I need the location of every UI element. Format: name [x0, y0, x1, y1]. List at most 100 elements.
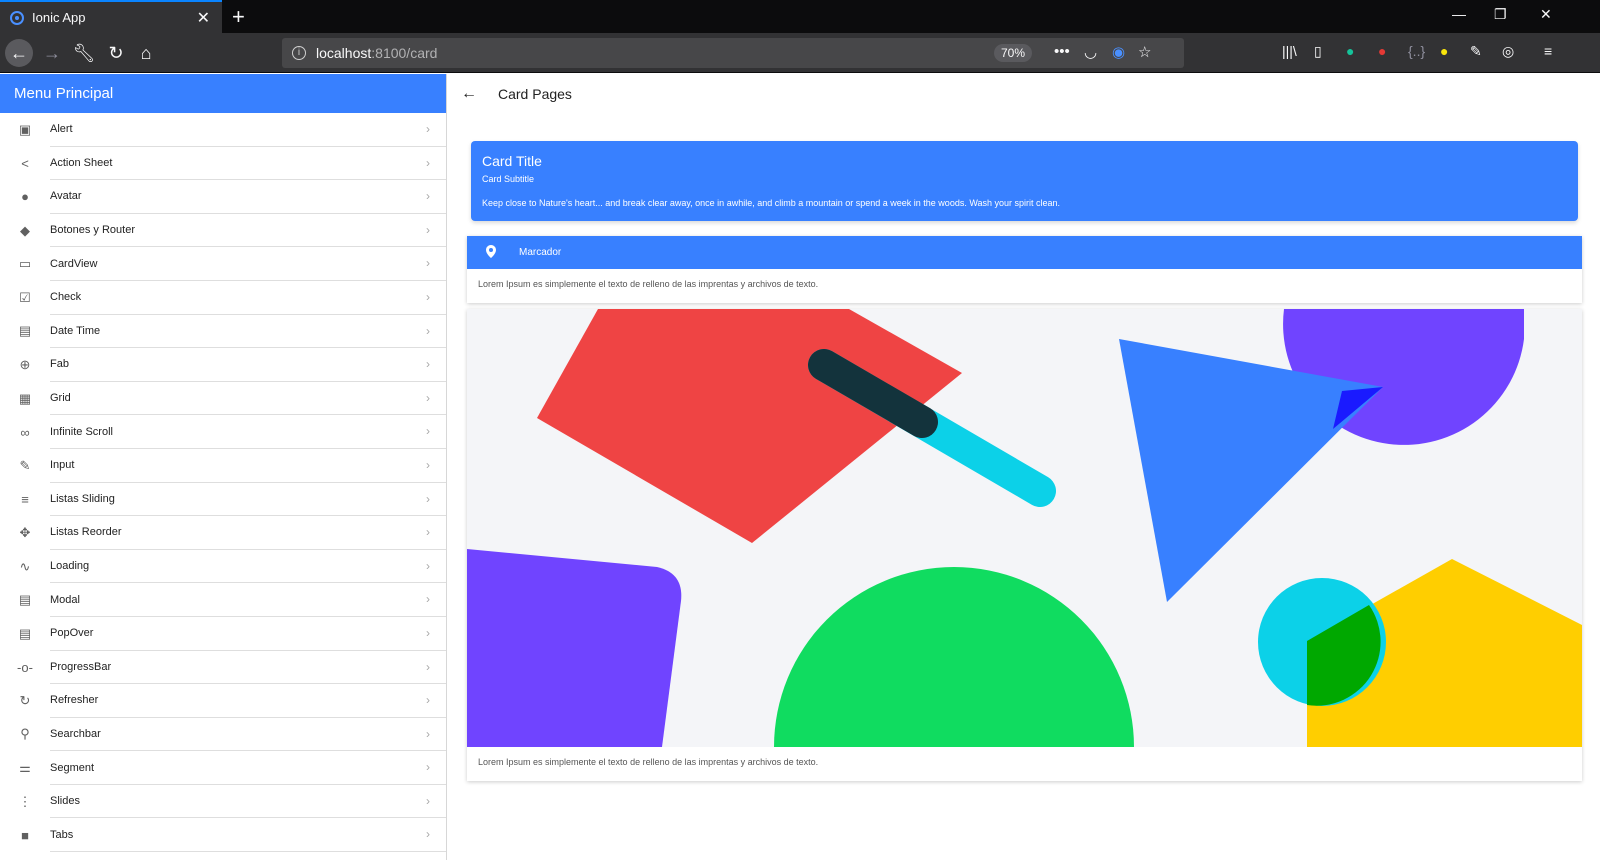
- back-arrow-icon[interactable]: ←: [448, 85, 490, 103]
- marker-item[interactable]: Marcador: [467, 236, 1582, 269]
- adblock-icon[interactable]: ●: [1378, 43, 1386, 59]
- url-bar[interactable]: i localhost:8100/card 70% ••• ◡ ◉ ☆: [282, 38, 1184, 68]
- sidebar-toggle-icon[interactable]: ▯: [1314, 43, 1322, 60]
- sidebar-item-popover[interactable]: ▤ PopOver ›: [0, 617, 446, 651]
- sidebar-item-tabs[interactable]: ■ Tabs ›: [0, 818, 446, 853]
- card-subtitle: Card Subtitle: [482, 174, 535, 184]
- sidebar-item-label: Searchbar: [50, 718, 446, 752]
- chevron-right-icon: ›: [426, 525, 430, 540]
- sidebar-item-check[interactable]: ☑ Check ›: [0, 281, 446, 315]
- add-circle-icon: ⊕: [19, 356, 31, 372]
- sidebar-item-loading[interactable]: ∿ Loading ›: [0, 550, 446, 584]
- shapes-illustration: [467, 309, 1582, 747]
- sidebar-item-listas-reorder[interactable]: ✥ Listas Reorder ›: [0, 516, 446, 550]
- sidebar-item-searchbar[interactable]: ⚲ Searchbar ›: [0, 718, 446, 752]
- sidebar-item-label: PopOver: [50, 617, 446, 651]
- sync-icon: ↻: [19, 692, 31, 708]
- chevron-right-icon: ›: [426, 760, 430, 775]
- sidebar-item-fab[interactable]: ⊕ Fab ›: [0, 348, 446, 382]
- copy-icon: ▤: [18, 592, 32, 608]
- close-window-icon[interactable]: ✕: [1540, 6, 1552, 23]
- sidebar-item-segment[interactable]: ⚌ Segment ›: [0, 751, 446, 785]
- pocket-icon[interactable]: ◡: [1084, 43, 1097, 61]
- sidebar-item-date-time[interactable]: ▤ Date Time ›: [0, 315, 446, 349]
- pulse-icon: ∿: [19, 558, 31, 574]
- sidebar-item-modal[interactable]: ▤ Modal ›: [0, 583, 446, 617]
- primary-card: Card Title Card Subtitle Keep close to N…: [471, 141, 1578, 221]
- zoom-level[interactable]: 70%: [994, 44, 1032, 62]
- home-icon[interactable]: ⌂: [132, 39, 160, 67]
- sidebar-item-label: Infinite Scroll: [50, 415, 446, 449]
- wrench-icon[interactable]: 🔧︎: [70, 39, 98, 67]
- sidebar-item-label: Check: [50, 281, 446, 315]
- sidebar-item-refresher[interactable]: ↻ Refresher ›: [0, 684, 446, 718]
- image-card: Lorem Ipsum es simplemente el texto de r…: [467, 309, 1582, 781]
- browser-tab-bar: Ionic App ✕ + — ❐ ✕: [0, 0, 1600, 33]
- chevron-right-icon: ›: [426, 693, 430, 708]
- chevron-right-icon: ›: [426, 424, 430, 439]
- menu-list: ▣ Alert › < Action Sheet › ● Avatar › ◆ Botones y …: [0, 113, 446, 853]
- chevron-right-icon: ›: [426, 827, 430, 842]
- chevron-right-icon: ›: [426, 390, 430, 405]
- person-icon: ●: [21, 189, 29, 205]
- back-icon[interactable]: ←: [5, 39, 33, 67]
- share-icon: <: [21, 155, 29, 171]
- card-content: Keep close to Nature's heart... and brea…: [482, 198, 1061, 208]
- bulb-icon[interactable]: ●: [1440, 43, 1448, 59]
- sidebar-item-infinite-scroll[interactable]: ∞ Infinite Scroll ›: [0, 415, 446, 449]
- sidebar-item-label: Botones y Router: [50, 214, 446, 248]
- sidebar-item-progressbar[interactable]: -o- ProgressBar ›: [0, 651, 446, 685]
- dropper-icon[interactable]: ✎: [1470, 43, 1482, 60]
- purple-rect-shape: [467, 549, 682, 747]
- card-body-text: Lorem Ipsum es simplemente el texto de r…: [478, 279, 819, 289]
- calendar-icon: ▤: [18, 323, 32, 339]
- sidebar-item-listas-sliding[interactable]: ≡ Listas Sliding ›: [0, 483, 446, 517]
- chevron-right-icon: ›: [426, 122, 430, 136]
- extension-icon[interactable]: ◉: [1112, 43, 1125, 61]
- sidebar-item-label: ProgressBar: [50, 651, 446, 685]
- info-icon[interactable]: i: [292, 46, 306, 60]
- chevron-right-icon: ›: [426, 323, 430, 338]
- checkbox-icon: ☑: [19, 289, 31, 305]
- url-host: localhost: [316, 45, 372, 61]
- sidebar-item-label: Segment: [50, 751, 446, 785]
- minimize-icon[interactable]: —: [1452, 6, 1466, 22]
- marker-label: Marcador: [519, 247, 562, 258]
- restore-icon[interactable]: ❐: [1494, 6, 1507, 23]
- move-icon: ✥: [19, 524, 31, 540]
- sidebar-item-cardview[interactable]: ▭ CardView ›: [0, 247, 446, 281]
- hamburger-menu-icon[interactable]: ≡: [1544, 43, 1552, 59]
- page-actions-icon[interactable]: •••: [1054, 43, 1070, 60]
- browser-tab[interactable]: Ionic App ✕: [0, 0, 222, 33]
- grammarly-icon[interactable]: ●: [1346, 43, 1354, 59]
- library-icon[interactable]: |||\: [1282, 43, 1297, 59]
- sidebar-item-avatar[interactable]: ● Avatar ›: [0, 180, 446, 214]
- sidebar-item-label: Refresher: [50, 684, 446, 718]
- account-icon[interactable]: ◎: [1502, 43, 1514, 60]
- forward-icon[interactable]: →: [38, 39, 66, 67]
- new-tab-icon[interactable]: +: [232, 4, 245, 30]
- page-toolbar: ← Card Pages: [448, 74, 1600, 113]
- sidebar-item-botones-y-router[interactable]: ◆ Botones y Router ›: [0, 214, 446, 248]
- chevron-right-icon: ›: [426, 457, 430, 472]
- sidebar-item-label: Slides: [50, 785, 446, 819]
- bookmark-star-icon[interactable]: ☆: [1138, 43, 1151, 61]
- sidebar-item-action-sheet[interactable]: < Action Sheet ›: [0, 147, 446, 181]
- cube-icon: ◆: [20, 222, 30, 238]
- sidebar-item-input[interactable]: ✎ Input ›: [0, 449, 446, 483]
- reload-icon[interactable]: ↻: [102, 39, 130, 67]
- sidebar-item-label: Loading: [50, 550, 446, 584]
- card-body-text: Lorem Ipsum es simplemente el texto de r…: [478, 757, 819, 767]
- sidebar-item-alert[interactable]: ▣ Alert ›: [0, 113, 446, 147]
- chevron-right-icon: ›: [426, 357, 430, 372]
- git-commit-icon: -o-: [17, 659, 33, 675]
- chevron-right-icon: ›: [426, 558, 430, 573]
- sidebar-item-slides[interactable]: ⋮ Slides ›: [0, 785, 446, 819]
- grid-icon: ▦: [18, 390, 32, 406]
- square-icon: ■: [21, 827, 29, 843]
- sidebar-item-label: CardView: [50, 247, 446, 281]
- sidebar-item-label: Action Sheet: [50, 147, 446, 181]
- json-icon[interactable]: {..}: [1408, 43, 1425, 59]
- close-tab-icon[interactable]: ✕: [197, 8, 210, 28]
- sidebar-item-grid[interactable]: ▦ Grid ›: [0, 382, 446, 416]
